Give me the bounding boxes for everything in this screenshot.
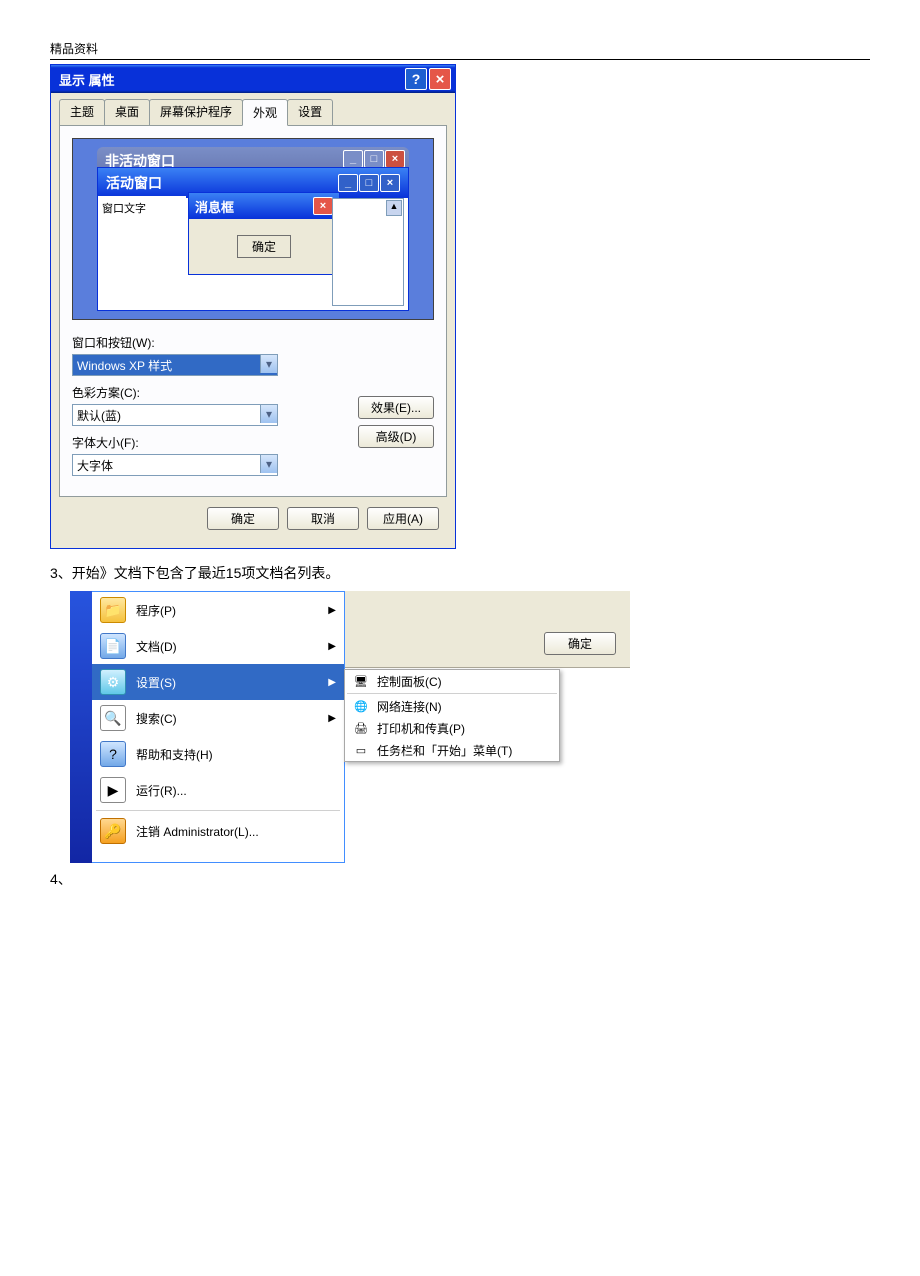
preview-text-area: ▲ (332, 198, 404, 306)
effects-button[interactable]: 效果(E)... (358, 396, 434, 419)
menu-item-logoff[interactable]: 🔑 注销 Administrator(L)... (92, 813, 344, 849)
cancel-button[interactable]: 取消 (287, 507, 359, 530)
appearance-preview: 非活动窗口 _ □ × 活动窗口 _ □ (72, 138, 434, 320)
preview-window-text: 窗口文字 (98, 196, 186, 310)
menu-item-run[interactable]: ▶ 运行(R)... (92, 772, 344, 808)
settings-icon: ⚙ (100, 669, 126, 695)
taskbar-icon: ▭ (353, 742, 369, 758)
tab-strip: 主题 桌面 屏幕保护程序 外观 设置 (59, 99, 447, 126)
scroll-up-icon: ▲ (386, 200, 402, 216)
tab-theme[interactable]: 主题 (59, 99, 105, 126)
tab-appearance[interactable]: 外观 (242, 99, 288, 126)
submenu-control-panel[interactable]: 🖥 控制面板(C) (345, 670, 559, 692)
chevron-down-icon: ▾ (260, 355, 277, 373)
settings-submenu: 🖥 控制面板(C) 🌐 网络连接(N) 🖨 打印机和传真(P) ▭ 任务栏和「开… (344, 669, 560, 762)
logoff-icon: 🔑 (100, 818, 126, 844)
page-header: 精品资料 (50, 40, 870, 60)
run-icon: ▶ (100, 777, 126, 803)
dialog-title: 显示 属性 (59, 70, 115, 89)
windows-buttons-combo[interactable]: Windows XP 样式 ▾ (72, 354, 278, 376)
close-icon: × (385, 150, 405, 168)
preview-message-box: 消息框 × 确定 (188, 192, 340, 275)
color-scheme-combo[interactable]: 默认(蓝) ▾ (72, 404, 278, 426)
programs-icon: 📁 (100, 597, 126, 623)
minimize-icon: _ (343, 150, 363, 168)
start-menu-screenshot: 确定 15 项文档 📁 程序(P)▶ 📄 文档(D)▶ ⚙ 设置(S)▶ 🔍 搜… (70, 591, 630, 863)
msgbox-ok-button: 确定 (237, 235, 291, 258)
start-menu: 📁 程序(P)▶ 📄 文档(D)▶ ⚙ 设置(S)▶ 🔍 搜索(C)▶ ? 帮助… (92, 591, 345, 863)
background-ok-button[interactable]: 确定 (544, 632, 616, 655)
display-properties-dialog: 显示 属性 ? × 主题 桌面 屏幕保护程序 外观 设置 非活动窗口 _ (50, 64, 456, 549)
menu-item-settings[interactable]: ⚙ 设置(S)▶ (92, 664, 344, 700)
section-4-text: 4、 (50, 869, 920, 889)
preview-active-window: 活动窗口 _ □ × 窗口文字 消息框 (97, 167, 409, 311)
submenu-network[interactable]: 🌐 网络连接(N) (345, 695, 559, 717)
control-panel-icon: 🖥 (353, 673, 369, 689)
dialog-titlebar: 显示 属性 ? × (51, 65, 455, 93)
menu-item-documents[interactable]: 📄 文档(D)▶ (92, 628, 344, 664)
submenu-printers[interactable]: 🖨 打印机和传真(P) (345, 717, 559, 739)
chevron-down-icon: ▾ (260, 405, 277, 423)
tab-panel-appearance: 非活动窗口 _ □ × 活动窗口 _ □ (59, 125, 447, 497)
chevron-down-icon: ▾ (260, 455, 277, 473)
close-icon: × (313, 197, 333, 215)
menu-item-search[interactable]: 🔍 搜索(C)▶ (92, 700, 344, 736)
network-icon: 🌐 (353, 698, 369, 714)
menu-item-help[interactable]: ? 帮助和支持(H) (92, 736, 344, 772)
close-icon: × (380, 174, 400, 192)
background-dialog-area: 确定 (344, 591, 630, 668)
xp-banner-strip (70, 591, 92, 863)
apply-button[interactable]: 应用(A) (367, 507, 439, 530)
tab-desktop[interactable]: 桌面 (104, 99, 150, 126)
help-icon: ? (100, 741, 126, 767)
tab-settings[interactable]: 设置 (287, 99, 333, 126)
section-3-text: 3、开始》文档下包含了最近15项文档名列表。 (50, 563, 920, 583)
tab-screensaver[interactable]: 屏幕保护程序 (149, 99, 243, 126)
search-icon: 🔍 (100, 705, 126, 731)
ok-button[interactable]: 确定 (207, 507, 279, 530)
maximize-icon: □ (359, 174, 379, 192)
menu-item-programs[interactable]: 📁 程序(P)▶ (92, 592, 344, 628)
printer-icon: 🖨 (353, 720, 369, 736)
help-icon[interactable]: ? (405, 68, 427, 90)
documents-icon: 📄 (100, 633, 126, 659)
maximize-icon: □ (364, 150, 384, 168)
submenu-taskbar[interactable]: ▭ 任务栏和「开始」菜单(T) (345, 739, 559, 761)
advanced-button[interactable]: 高级(D) (358, 425, 434, 448)
windows-buttons-label: 窗口和按钮(W): (72, 334, 434, 351)
minimize-icon: _ (338, 174, 358, 192)
font-size-combo[interactable]: 大字体 ▾ (72, 454, 278, 476)
close-icon[interactable]: × (429, 68, 451, 90)
